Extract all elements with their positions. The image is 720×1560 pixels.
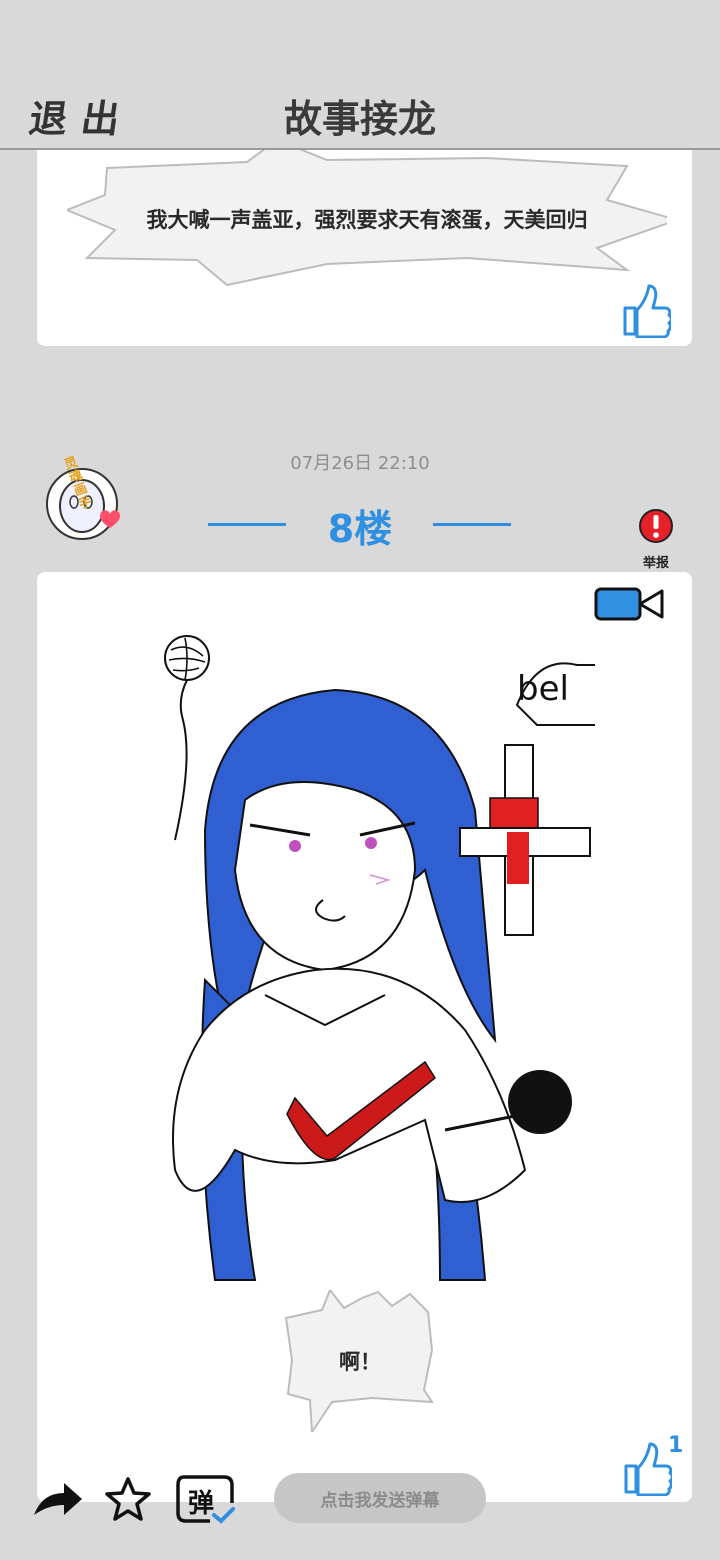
drawing-text: bel xyxy=(517,669,569,709)
share-button[interactable] xyxy=(30,1479,86,1523)
previous-post-text: 我大喊一声盖亚，强烈要求天有滚蛋，天美回归 xyxy=(146,208,588,232)
thumbs-up-icon xyxy=(623,284,673,339)
page-title: 故事接龙 xyxy=(283,97,436,141)
video-camera-icon xyxy=(594,587,664,621)
report-button[interactable]: 举报 xyxy=(634,506,678,571)
reply-speech-bubble: 啊！ xyxy=(282,1290,438,1432)
favorite-button[interactable] xyxy=(104,1475,152,1527)
video-button[interactable] xyxy=(594,585,666,629)
warning-icon xyxy=(639,509,673,543)
previous-post-card: 我大喊一声盖亚，强烈要求天有滚蛋，天美回归 xyxy=(37,140,692,346)
avatar[interactable]: 灵魂画手 xyxy=(46,455,120,540)
top-bar: 退出 故事接龙 xyxy=(0,0,720,150)
danmaku-toggle-button[interactable]: 弹 xyxy=(176,1473,236,1525)
danmaku-toggle-label: 弹 xyxy=(188,1489,215,1519)
post-drawing: bel xyxy=(164,635,595,1281)
share-arrow-icon xyxy=(34,1483,82,1515)
danmaku-input[interactable]: 点击我发送弹幕 xyxy=(274,1473,486,1523)
like-button[interactable] xyxy=(619,282,673,342)
reply-text: 啊！ xyxy=(339,1350,381,1374)
speech-bubble: 我大喊一声盖亚，强烈要求天有滚蛋，天美回归 xyxy=(67,140,667,300)
report-label: 举报 xyxy=(642,556,669,571)
star-icon xyxy=(105,1477,151,1521)
like-count: 1 xyxy=(668,1433,684,1458)
